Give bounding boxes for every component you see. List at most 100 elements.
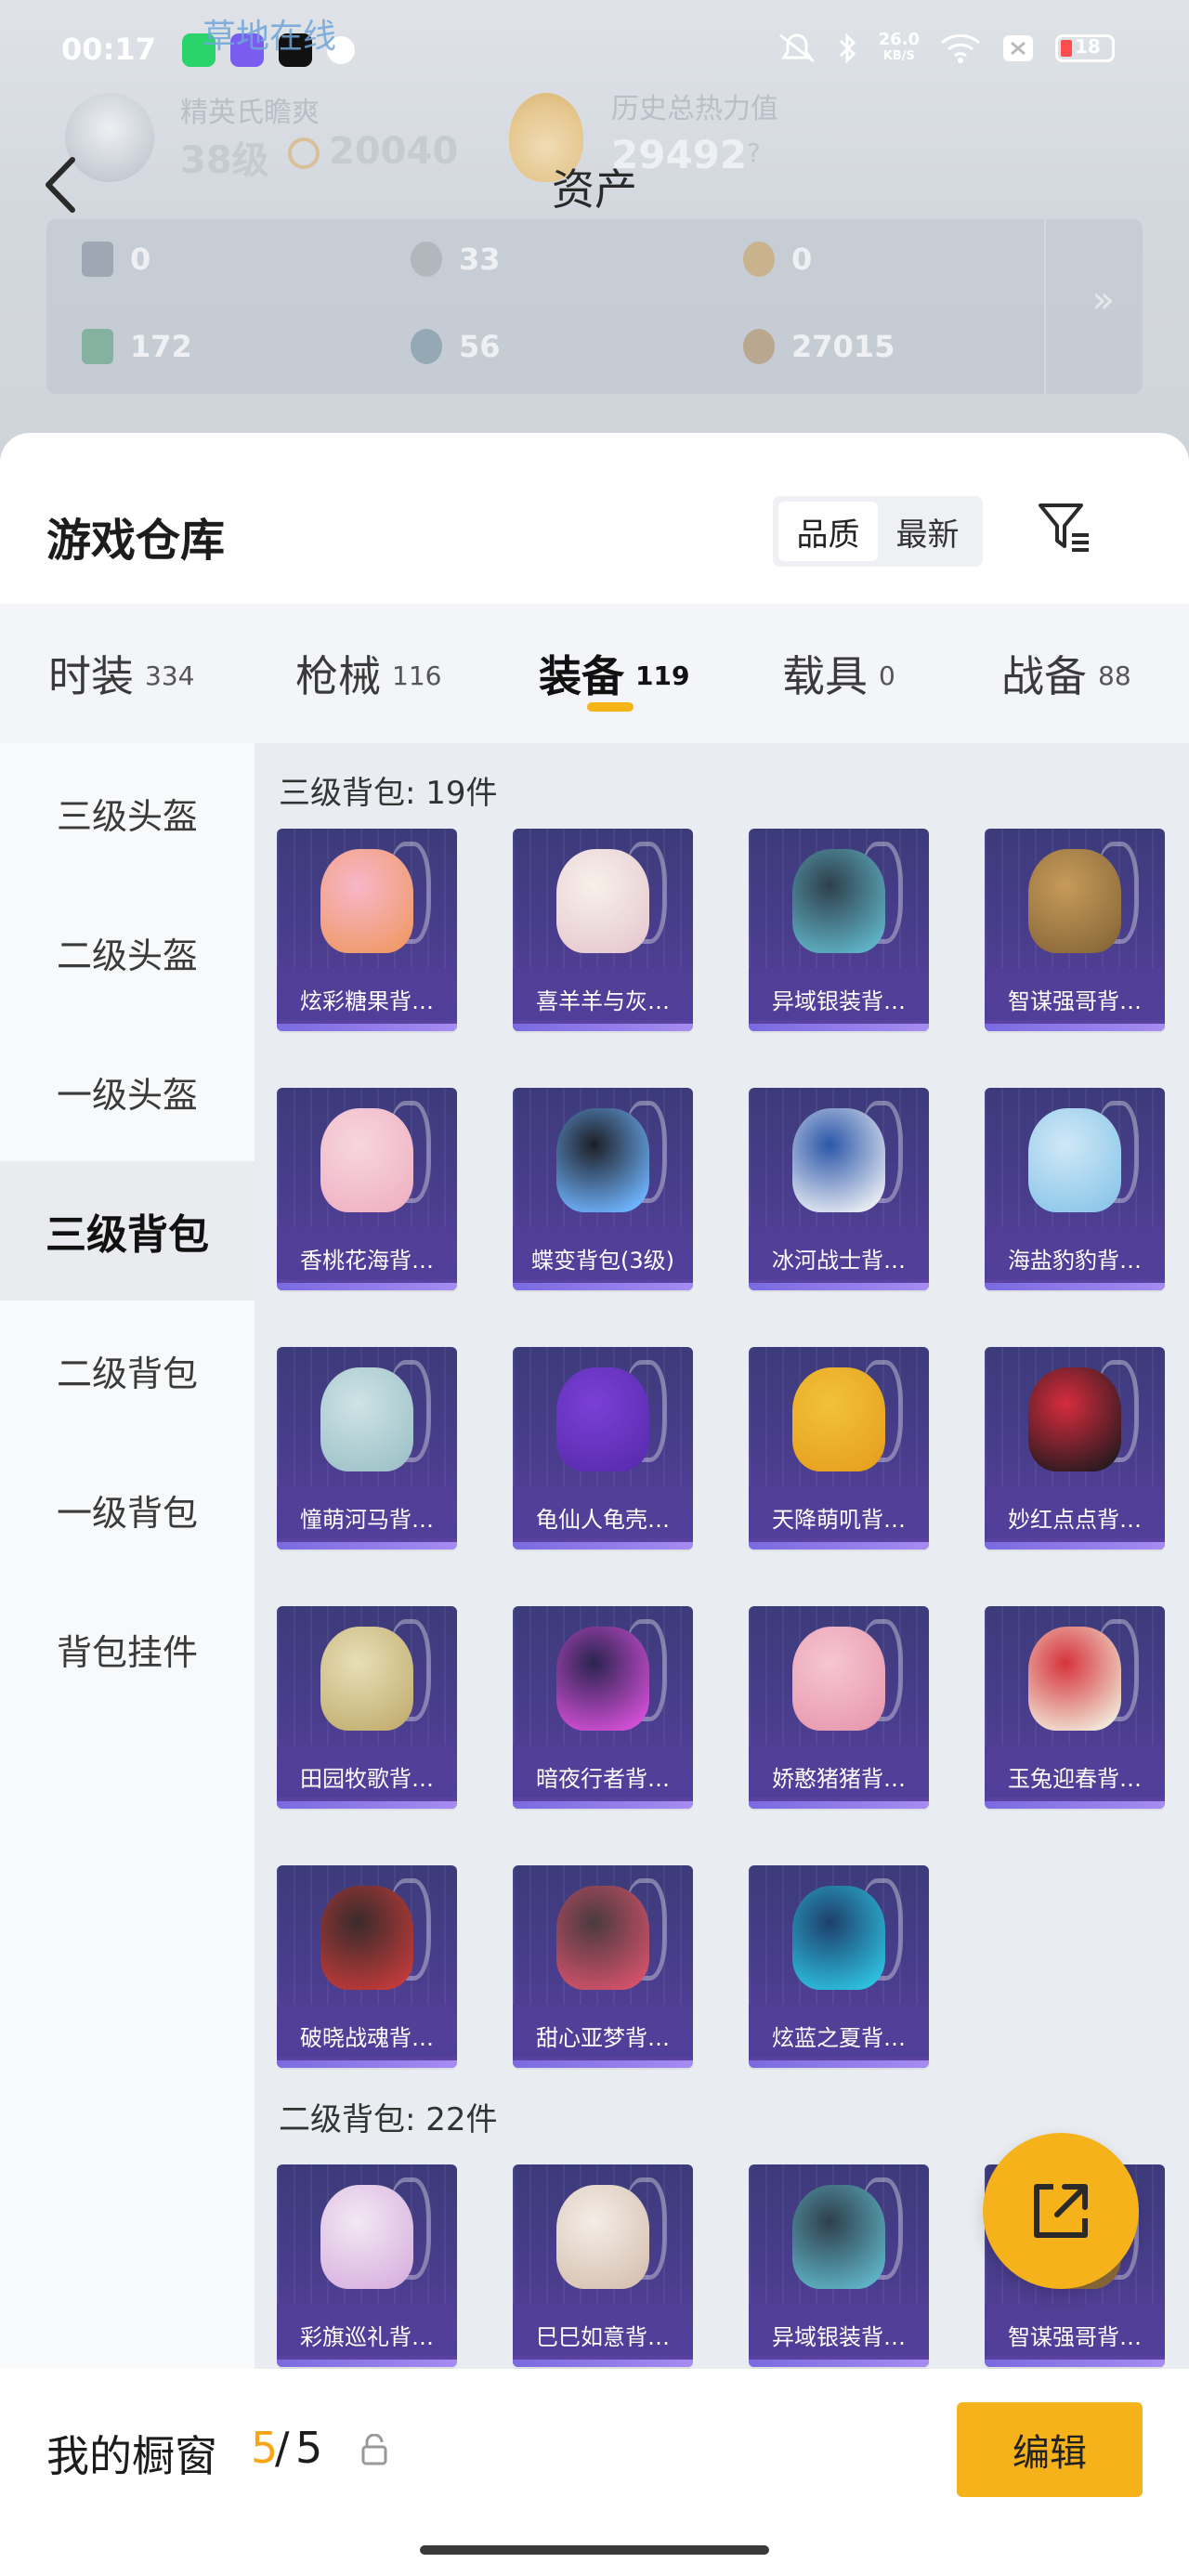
item-card[interactable]: 炫蓝之夏背… <box>749 1865 929 2068</box>
tab-weapons[interactable]: 枪械 116 <box>295 604 441 743</box>
section-title-backpack-lv3: 三级背包: 19件 <box>279 775 498 812</box>
item-name: 智谋强哥背… <box>985 983 1165 1020</box>
item-card[interactable]: 异域银装背… <box>749 2164 929 2367</box>
item-card[interactable]: 香桃花海背… <box>277 1088 457 1290</box>
item-card[interactable]: 彩旗巡礼背… <box>277 2164 457 2367</box>
item-name: 海盐豹豹背… <box>985 1242 1165 1279</box>
silver-coin-icon <box>411 242 442 277</box>
rarity-bar <box>985 1283 1165 1290</box>
lock-icon <box>361 2434 387 2465</box>
asset-value: 0 <box>791 242 813 277</box>
backpack-icon <box>1028 1108 1121 1212</box>
side-item-helmet-lv1[interactable]: 一级头盔 <box>0 1022 255 1161</box>
item-name: 暗夜行者背… <box>513 1760 693 1798</box>
asset-item: 172 <box>82 329 192 364</box>
showcase-count: 5 <box>251 2423 279 2473</box>
rarity-bar <box>749 1542 929 1550</box>
backpack-icon <box>792 1627 885 1731</box>
item-card[interactable]: 妙红点点背… <box>985 1347 1165 1550</box>
rarity-bar <box>985 1801 1165 1809</box>
online-status-text: 草地在线 <box>203 18 337 56</box>
tab-label: 装备 <box>539 651 624 701</box>
asset-value: 56 <box>459 329 501 364</box>
backpack-icon <box>792 849 885 953</box>
asset-panel[interactable]: 0 33 0 172 56 27015 » <box>46 219 1143 394</box>
share-fab[interactable] <box>983 2133 1139 2289</box>
sort-latest-button[interactable]: 最新 <box>878 502 977 561</box>
sort-quality-button[interactable]: 品质 <box>778 502 878 561</box>
rarity-bar <box>985 1024 1165 1031</box>
item-card[interactable]: 异域银装背… <box>749 829 929 1031</box>
bluetooth-icon <box>839 33 856 64</box>
item-name: 龟仙人龟壳… <box>513 1501 693 1538</box>
item-name: 玉兔迎春背… <box>985 1760 1165 1798</box>
battery-icon: 18 <box>1055 34 1115 62</box>
item-name: 异域银装背… <box>749 983 929 1020</box>
gem-icon <box>411 329 442 364</box>
side-item-helmet-lv3[interactable]: 三级头盔 <box>0 743 255 883</box>
ticket-icon <box>82 329 113 364</box>
filter-icon[interactable] <box>1035 498 1094 557</box>
tab-fashion[interactable]: 时装 334 <box>48 604 194 743</box>
item-card[interactable]: 娇憨猪猪背… <box>749 1606 929 1809</box>
edit-button[interactable]: 编辑 <box>957 2402 1143 2497</box>
item-card[interactable]: 龟仙人龟壳… <box>513 1347 693 1550</box>
side-item-backpack-lv1[interactable]: 一级背包 <box>0 1440 255 1579</box>
backpack-icon <box>320 849 413 953</box>
side-item-backpack-charm[interactable]: 背包挂件 <box>0 1579 255 1719</box>
side-item-helmet-lv2[interactable]: 二级头盔 <box>0 883 255 1022</box>
item-card[interactable]: 憧萌河马背… <box>277 1347 457 1550</box>
item-card[interactable]: 甜心亚梦背… <box>513 1865 693 2068</box>
item-name: 憧萌河马背… <box>277 1501 457 1538</box>
rarity-bar <box>749 1283 929 1290</box>
rarity-bar <box>277 1283 457 1290</box>
tab-equipment[interactable]: 装备 119 <box>539 604 689 743</box>
tab-label: 载具 <box>782 651 868 701</box>
side-item-backpack-lv2[interactable]: 二级背包 <box>0 1301 255 1440</box>
item-card[interactable]: 冰河战士背… <box>749 1088 929 1290</box>
asset-more-icon[interactable]: » <box>1092 279 1115 321</box>
item-card[interactable]: 蝶变背包(3级) <box>513 1088 693 1290</box>
share-icon <box>1034 2184 1088 2238</box>
asset-item: 0 <box>82 242 150 277</box>
backpack-icon <box>556 849 649 953</box>
rarity-bar <box>749 2060 929 2068</box>
tab-label: 枪械 <box>295 651 381 701</box>
item-name: 炫蓝之夏背… <box>749 2020 929 2057</box>
status-bar: 00:17 26.0 KB/S 18 <box>0 19 1189 84</box>
item-name: 甜心亚梦背… <box>513 2020 693 2057</box>
tab-count: 0 <box>879 660 895 691</box>
item-name: 喜羊羊与灰… <box>513 983 693 1020</box>
network-speed-unit: KB/S <box>882 49 915 63</box>
rarity-bar <box>513 1801 693 1809</box>
backpack-icon <box>320 1367 413 1471</box>
item-card[interactable]: 海盐豹豹背… <box>985 1088 1165 1290</box>
item-card[interactable]: 巳巳如意背… <box>513 2164 693 2367</box>
heat-label: 历史总热力值 <box>611 93 778 125</box>
no-sim-icon <box>1003 35 1033 61</box>
rarity-bar <box>749 2360 929 2367</box>
side-item-backpack-lv3[interactable]: 三级背包 <box>0 1161 255 1301</box>
item-card[interactable]: 天降萌叽背… <box>749 1347 929 1550</box>
rarity-bar <box>277 1801 457 1809</box>
backpack-icon <box>792 2185 885 2289</box>
rarity-bar <box>985 1542 1165 1550</box>
item-grid: 三级背包: 19件 二级背包: 22件 炫彩糖果背… 喜羊羊与灰… 异域银装背… 智谋… <box>255 743 1189 2369</box>
backpack-icon <box>320 1108 413 1212</box>
asset-item: 27015 <box>743 329 895 364</box>
backpack-icon <box>320 1627 413 1731</box>
showcase-total: 5 <box>295 2423 323 2473</box>
tab-vehicles[interactable]: 载具 0 <box>782 604 895 743</box>
backpack-icon <box>556 1627 649 1731</box>
item-card[interactable]: 破晓战魂背… <box>277 1865 457 2068</box>
item-card[interactable]: 喜羊羊与灰… <box>513 829 693 1031</box>
item-card[interactable]: 炫彩糖果背… <box>277 829 457 1031</box>
item-card[interactable]: 暗夜行者背… <box>513 1606 693 1809</box>
item-name: 彩旗巡礼背… <box>277 2319 457 2356</box>
item-card[interactable]: 玉兔迎春背… <box>985 1606 1165 1809</box>
item-card[interactable]: 智谋强哥背… <box>985 829 1165 1031</box>
network-speed: 26.0 KB/S <box>879 32 920 65</box>
item-card[interactable]: 田园牧歌背… <box>277 1606 457 1809</box>
showcase-separator: / <box>275 2423 290 2473</box>
tab-supplies[interactable]: 战备 88 <box>1001 604 1131 743</box>
